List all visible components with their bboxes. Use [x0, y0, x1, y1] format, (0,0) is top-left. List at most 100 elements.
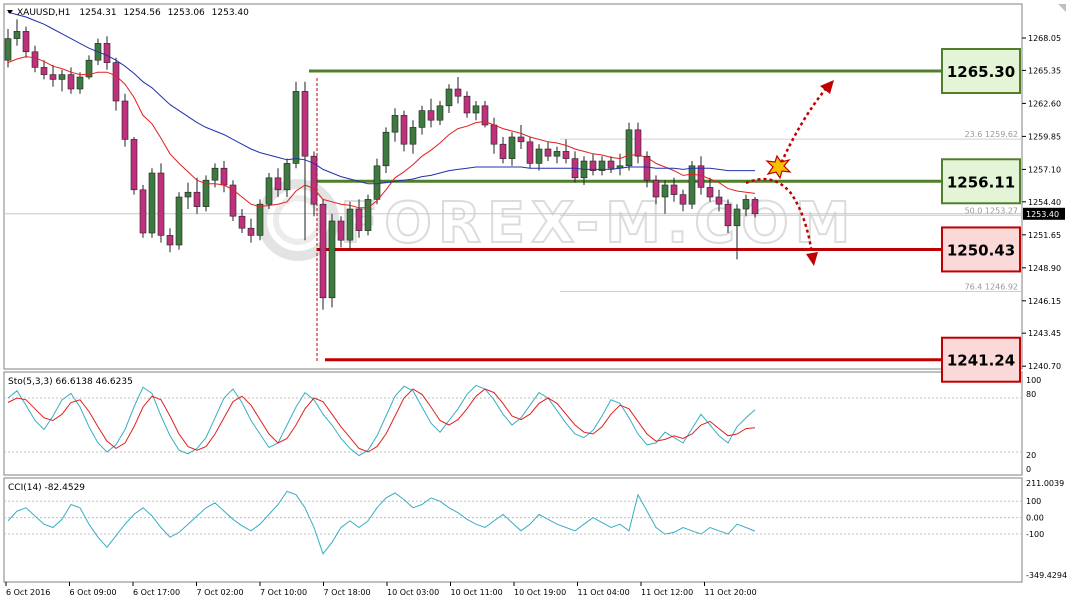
time-label: 11 Oct 12:00 [641, 588, 693, 597]
candle[interactable] [265, 173, 273, 209]
candle-body [22, 31, 30, 53]
time-label: 7 Oct 02:00 [197, 588, 244, 597]
candle-body [319, 203, 327, 299]
candle-body [112, 62, 120, 102]
candle-body [400, 115, 408, 145]
candle[interactable] [148, 168, 156, 238]
candle-body [535, 148, 543, 164]
cci-panel[interactable] [3, 477, 1023, 583]
candle[interactable] [292, 81, 300, 169]
candle-body [166, 235, 174, 246]
candle-body [301, 91, 309, 157]
candle[interactable] [202, 175, 210, 212]
candle[interactable] [121, 93, 129, 147]
candle-body [562, 151, 570, 159]
candle-body [238, 215, 246, 229]
candle-body [130, 139, 138, 191]
candle[interactable] [139, 185, 147, 238]
time-label: 10 Oct 19:00 [514, 588, 566, 597]
price-tick-label: 1257.10 [1028, 165, 1061, 174]
current-price-label: 1253.40 [1026, 210, 1059, 219]
time-label: 7 Oct 10:00 [260, 588, 307, 597]
candle-body [13, 31, 21, 39]
candle-body [454, 88, 462, 97]
sto-axis-label: 20 [1026, 451, 1036, 460]
candle-body [58, 74, 66, 80]
sto-axis-label: 100 [1026, 376, 1041, 385]
price-tick-label: 1254.40 [1028, 198, 1061, 207]
candle-body [733, 208, 741, 227]
candle-body [517, 136, 525, 143]
price-tick-label: 1259.85 [1028, 132, 1061, 141]
candle-body [355, 208, 363, 231]
candle-body [652, 179, 660, 198]
candle-body [436, 105, 444, 121]
price-tick-label: 1243.45 [1028, 329, 1061, 338]
symbol-label: XAUUSD,H1 [17, 8, 71, 18]
candle-body [427, 110, 435, 121]
stochastic-label: Sto(5,3,3) 66.6138 46.6235 [8, 377, 133, 387]
candle-body [211, 167, 219, 181]
candle[interactable] [256, 199, 264, 241]
price-panel[interactable] [3, 3, 1023, 370]
level-label: 1256.11 [947, 173, 1015, 191]
candle[interactable] [175, 192, 183, 250]
candle-body [445, 88, 453, 107]
candle[interactable] [625, 122, 633, 171]
price-tick-label: 1268.05 [1028, 34, 1061, 43]
corner-marker-icon [1058, 4, 1066, 12]
level-label: 1250.43 [947, 241, 1015, 259]
ohlc-high: 1254.56 [123, 8, 160, 18]
candle[interactable] [130, 137, 138, 195]
time-label: 6 Oct 17:00 [133, 588, 180, 597]
candle[interactable] [328, 213, 336, 308]
chart-header: XAUUSD,H1 1254.31 1254.56 1253.06 1253.4… [7, 8, 249, 18]
candle-body [328, 220, 336, 299]
candle-body [706, 187, 714, 198]
candle[interactable] [364, 194, 372, 236]
candle-body [49, 74, 57, 80]
candle-body [364, 199, 372, 231]
price-tick-label: 1246.15 [1028, 297, 1061, 306]
time-label: 10 Oct 03:00 [387, 588, 439, 597]
candle-body [31, 51, 39, 68]
chart-window[interactable]: FOREX-M.COM 23.6 1259.62 50.0 1253.27 76.4… [0, 0, 1067, 604]
candle-body [373, 165, 381, 200]
candle-body [526, 141, 534, 164]
candle[interactable] [229, 180, 237, 221]
cci-axis-label: 211.0039 [1026, 479, 1064, 488]
chart-canvas[interactable]: FOREX-M.COM 23.6 1259.6250.0 1253.2776.4… [0, 0, 1067, 604]
candle-body [634, 129, 642, 157]
candle-body [193, 191, 201, 207]
candle-body [67, 74, 75, 90]
time-axis: 6 Oct 2016 6 Oct 09:00 6 Oct 17:00 7 Oct 02… [5, 582, 757, 597]
candle-body [463, 95, 471, 114]
ohlc-low: 1253.06 [168, 8, 205, 18]
candle-body [283, 163, 291, 191]
candle-body [220, 167, 228, 186]
candle-body [490, 124, 498, 145]
candle-body [76, 76, 84, 90]
level-label: 1241.24 [947, 352, 1015, 370]
time-label: 11 Oct 04:00 [578, 588, 630, 597]
ohlc-open: 1254.31 [79, 8, 116, 18]
candle[interactable] [526, 137, 534, 169]
candle-body [121, 100, 129, 140]
ohlc-close: 1253.40 [212, 8, 249, 18]
level-label: 1265.30 [947, 63, 1015, 81]
price-tick-label: 1251.65 [1028, 231, 1061, 240]
candle-body [337, 220, 345, 241]
candle-body [553, 151, 561, 157]
cci-axis-label: 100 [1026, 497, 1041, 506]
fib-label: 76.4 1246.92 [965, 283, 1018, 292]
svg-text:XAUUSD,H1 1254.31: XAUUSD,H1 1254.31 1254.56 1253.06 1253.4… [17, 8, 249, 18]
time-label: 11 Oct 20:00 [705, 588, 757, 597]
candle[interactable] [157, 163, 165, 243]
candle-body [184, 191, 192, 198]
candle[interactable] [319, 199, 327, 310]
stochastic-panel[interactable] [3, 371, 1023, 476]
cci-axis-label: 0.00 [1026, 514, 1044, 523]
candle-body [715, 196, 723, 205]
candle-body [103, 43, 111, 63]
candle-body [751, 199, 759, 215]
